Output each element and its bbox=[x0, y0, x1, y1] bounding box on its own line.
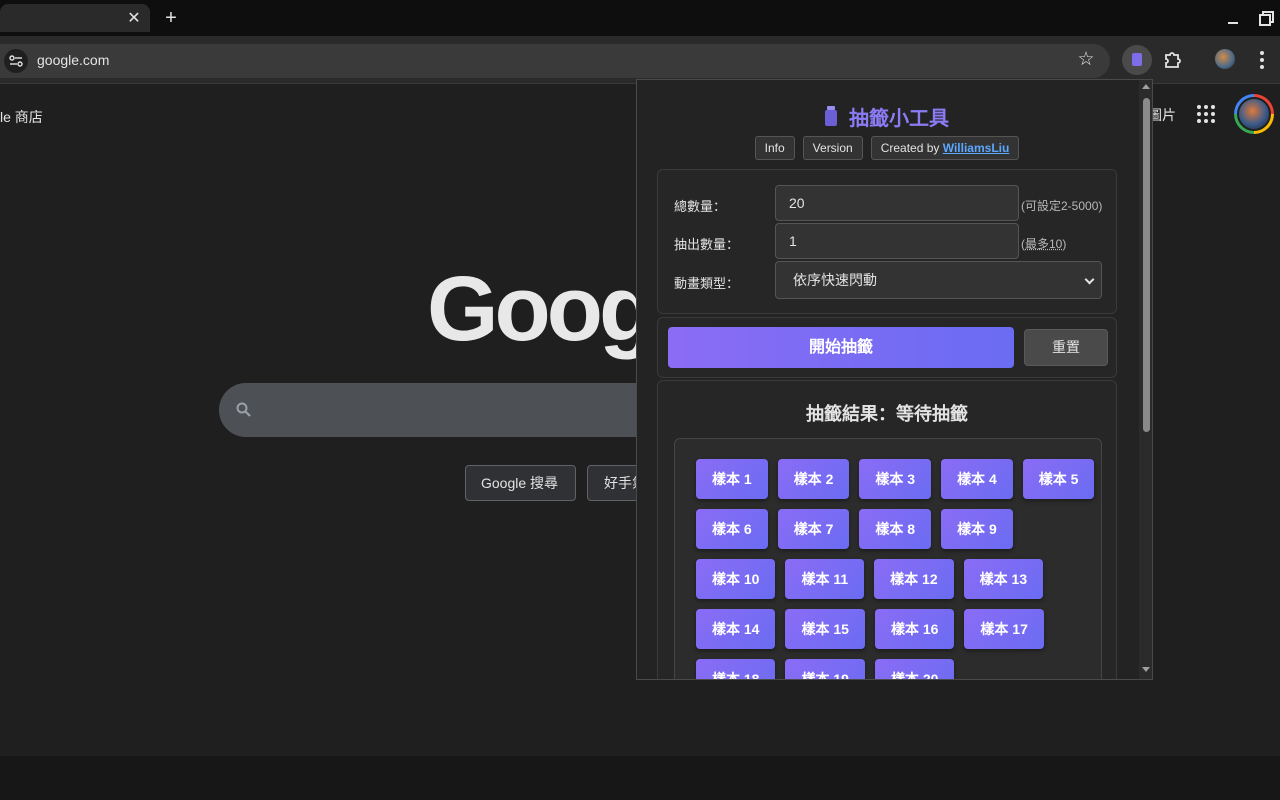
new-tab-button[interactable]: + bbox=[160, 7, 182, 29]
credit-badge: Created by WilliamsLiu bbox=[870, 136, 1020, 160]
sample-chip: 樣本 17 bbox=[964, 609, 1044, 649]
actions-card: 開始抽籤 重置 bbox=[657, 317, 1117, 378]
total-hint: (可設定2-5000) bbox=[1021, 199, 1103, 213]
animation-select[interactable]: 依序快速閃動 bbox=[775, 261, 1102, 299]
popup-title: 抽籤小工具 bbox=[637, 102, 1137, 131]
store-link[interactable]: le 商店 bbox=[0, 107, 43, 127]
sample-chip: 樣本 16 bbox=[874, 609, 955, 649]
sample-grid: 樣本 1 樣本 2 樣本 3 樣本 4 樣本 5 樣本 6 樣本 7 樣本 8 樣本 9 樣本 1… bbox=[674, 438, 1102, 679]
sample-chip: 樣本 15 bbox=[785, 609, 865, 649]
sample-chip: 樣本 4 bbox=[941, 459, 1013, 499]
sample-chip: 樣本 19 bbox=[785, 659, 865, 679]
settings-card: 總數量： 20 (可設定2-5000) 抽出數量： 1 (最多10) 動畫類型：… bbox=[657, 169, 1117, 314]
sample-chip: 樣本 12 bbox=[874, 559, 954, 599]
jar-icon bbox=[1132, 53, 1142, 66]
jar-icon bbox=[825, 106, 837, 126]
draw-label: 抽出數量： bbox=[674, 237, 740, 252]
lottery-extension-icon[interactable] bbox=[1122, 45, 1152, 75]
sample-chip: 樣本 7 bbox=[777, 509, 850, 549]
browser-tab[interactable]: ✕ bbox=[0, 4, 150, 32]
page-footer bbox=[0, 756, 1280, 800]
sample-chip: 樣本 9 bbox=[941, 509, 1013, 549]
results-card: 抽籤結果：等待抽籤 樣本 1 樣本 2 樣本 3 樣本 4 樣本 5 樣本 6 樣本 7 樣本… bbox=[657, 380, 1117, 679]
version-button[interactable]: Version bbox=[802, 136, 863, 160]
sample-chip: 樣本 3 bbox=[859, 459, 932, 499]
total-count-input[interactable]: 20 bbox=[775, 185, 1019, 221]
badge-row: Info Version Created by WilliamsLiu bbox=[637, 136, 1137, 160]
site-info-icon[interactable] bbox=[4, 49, 28, 73]
url-text[interactable]: google.com bbox=[37, 52, 109, 68]
draw-hint: (最多10) bbox=[1021, 237, 1067, 251]
sample-chip: 樣本 5 bbox=[1022, 459, 1095, 499]
sample-chip: 樣本 13 bbox=[963, 559, 1044, 599]
lottery-popup: 抽籤小工具 Info Version Created by WilliamsLi… bbox=[636, 79, 1153, 680]
chevron-down-icon bbox=[1084, 274, 1095, 285]
draw-count-input[interactable]: 1 bbox=[775, 223, 1019, 259]
profile-avatar-icon[interactable] bbox=[1215, 49, 1235, 69]
google-search-input[interactable] bbox=[219, 383, 679, 437]
google-search-button[interactable]: Google 搜尋 bbox=[465, 465, 576, 501]
total-label: 總數量： bbox=[674, 199, 727, 214]
popup-content: 抽籤小工具 Info Version Created by WilliamsLi… bbox=[637, 80, 1137, 679]
sample-chip: 樣本 10 bbox=[696, 559, 776, 599]
sample-chip: 樣本 14 bbox=[696, 609, 776, 649]
browser-menu-icon[interactable] bbox=[1254, 49, 1270, 71]
info-button[interactable]: Info bbox=[754, 136, 795, 160]
result-title: 抽籤結果：等待抽籤 bbox=[806, 404, 968, 424]
sample-chip: 樣本 8 bbox=[859, 509, 932, 549]
restore-window-icon[interactable] bbox=[1258, 10, 1274, 26]
sample-chip: 樣本 20 bbox=[874, 659, 955, 679]
popup-scrollbar[interactable] bbox=[1139, 80, 1152, 679]
tab-strip: ✕ + bbox=[0, 0, 1280, 36]
reset-button[interactable]: 重置 bbox=[1024, 329, 1108, 366]
browser-toolbar: google.com ☆ bbox=[0, 36, 1280, 84]
scroll-down-icon[interactable] bbox=[1142, 667, 1150, 672]
animation-label: 動畫類型： bbox=[674, 276, 740, 291]
account-avatar[interactable] bbox=[1234, 94, 1274, 134]
sample-chip: 樣本 2 bbox=[777, 459, 850, 499]
close-tab-icon[interactable]: ✕ bbox=[127, 11, 141, 27]
google-logo: Google bbox=[427, 258, 647, 360]
sample-chip: 樣本 11 bbox=[785, 559, 865, 599]
scrollbar-thumb[interactable] bbox=[1143, 98, 1150, 432]
sample-chip: 樣本 1 bbox=[696, 459, 768, 499]
scroll-up-icon[interactable] bbox=[1142, 84, 1150, 89]
search-icon bbox=[236, 402, 251, 417]
author-link[interactable]: WilliamsLiu bbox=[943, 141, 1010, 155]
start-draw-button[interactable]: 開始抽籤 bbox=[668, 327, 1014, 368]
address-bar[interactable]: google.com ☆ bbox=[0, 44, 1110, 78]
extensions-puzzle-icon[interactable] bbox=[1162, 48, 1184, 70]
bookmark-star-icon[interactable]: ☆ bbox=[1076, 50, 1096, 70]
sample-chip: 樣本 18 bbox=[696, 659, 776, 679]
google-apps-icon[interactable] bbox=[1197, 105, 1215, 123]
sample-chip: 樣本 6 bbox=[696, 509, 768, 549]
minimize-window-icon[interactable] bbox=[1226, 10, 1240, 26]
